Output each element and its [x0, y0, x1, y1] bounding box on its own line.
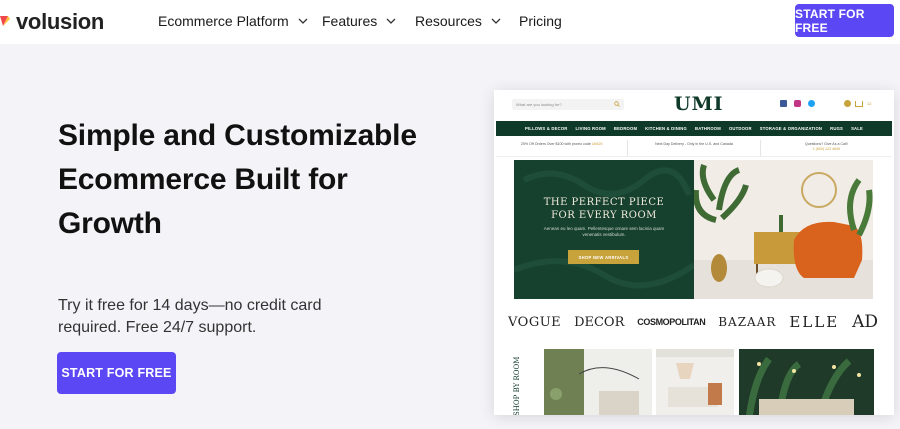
press-logo-bazaar: BAZAAR	[718, 315, 777, 329]
instagram-icon	[794, 100, 801, 107]
shop-by-room-text: SHOP BY ROOM	[513, 357, 521, 415]
mock-press-logos: VOGUE DECOR COSMOPOLITAN BAZAAR ELLE AD	[508, 312, 878, 332]
room-photo-living	[544, 349, 652, 415]
mock-account-cart: 12	[844, 100, 871, 107]
facebook-icon	[780, 100, 787, 107]
mock-promo-strip: 25% Off Orders Over $100 with promo code…	[496, 140, 892, 157]
mock-cart-count: 12	[867, 101, 872, 106]
mock-search-bar: What are you looking for?	[512, 99, 624, 110]
nav-item-label: Features	[322, 13, 378, 29]
mock-category: STORAGE & ORGANIZATION	[759, 126, 823, 131]
mock-category-bar: PILLOWS & DECOR LIVING ROOM BEDROOM KITC…	[496, 121, 892, 136]
mock-shop-new-arrivals-button: SHOP NEW ARRIVALS	[568, 250, 639, 264]
cart-icon	[855, 100, 863, 107]
nav-start-for-free-button[interactable]: START FOR FREE	[795, 4, 894, 37]
chevron-down-icon	[491, 18, 501, 24]
nav-item-label: Resources	[415, 13, 482, 29]
hero-subtitle: Try it free for 14 days—no credit card r…	[58, 297, 322, 336]
mock-category: RUGS	[830, 126, 844, 131]
mock-category: OUTDOOR	[728, 126, 752, 131]
chevron-down-icon	[298, 18, 308, 24]
nav-item-label: Ecommerce Platform	[158, 13, 289, 29]
mock-search-placeholder: What are you looking for?	[516, 102, 562, 107]
press-logo-vogue: VOGUE	[508, 314, 562, 330]
mock-category: LIVING ROOM	[575, 126, 606, 131]
mock-category: BEDROOM	[613, 126, 638, 131]
hero-start-for-free-button[interactable]: START FOR FREE	[57, 352, 176, 394]
mock-promo-item: Next Day Delivery - Only in the U.S. and…	[628, 140, 761, 156]
volusion-logo-icon	[0, 16, 10, 26]
mock-hero-banner: THE PERFECT PIECE FOR EVERY ROOM Aenean e…	[514, 160, 694, 299]
store-preview-screenshot: What are you looking for? UMI 12 PILLOWS…	[494, 90, 894, 415]
mock-category: KITCHEN & DINING	[645, 126, 687, 131]
mock-category: PILLOWS & DECOR	[524, 126, 568, 131]
top-nav: volusion Ecommerce Platform Features Res…	[0, 0, 900, 44]
nav-features[interactable]: Features	[322, 13, 396, 29]
mock-shop-by-room-label: SHOP BY ROOM	[513, 357, 521, 415]
room-photo-outdoor	[739, 349, 874, 415]
mock-banner-text: Aenean eu leo quam. Pellentesque ornare …	[543, 226, 665, 237]
nav-ecommerce-platform[interactable]: Ecommerce Platform	[158, 13, 308, 29]
nav-item-label: Pricing	[519, 13, 562, 29]
user-icon	[844, 100, 851, 107]
hero-title: Simple and Customizable Ecommerce Built …	[58, 119, 417, 240]
mock-brand-logo: UMI	[674, 93, 724, 115]
volusion-logo[interactable]: volusion	[0, 9, 104, 35]
twitter-icon	[808, 100, 815, 107]
living-room-photo	[694, 160, 873, 299]
brand-name: volusion	[16, 9, 105, 34]
press-logo-elle: ELLE	[789, 313, 840, 331]
nav-resources[interactable]: Resources	[415, 13, 501, 29]
mock-banner-title: THE PERFECT PIECE FOR EVERY ROOM	[543, 197, 665, 221]
press-logo-ad: AD	[852, 312, 878, 332]
mock-promo-item: 25% Off Orders Over $100 with promo code…	[496, 140, 629, 156]
mock-category: SALE	[851, 126, 864, 131]
mock-category: BATHROOM	[694, 126, 721, 131]
press-logo-decor: DECOR	[574, 314, 625, 330]
chevron-down-icon	[386, 18, 396, 24]
nav-pricing[interactable]: Pricing	[519, 13, 562, 29]
search-icon	[614, 101, 620, 107]
mock-social-links	[780, 100, 815, 107]
mock-promo-item: Questions? Give As a Call! 1 (800) 123 48…	[804, 142, 848, 151]
press-logo-cosmopolitan: COSMOPOLITAN	[637, 317, 706, 327]
room-photo-bedroom	[656, 349, 734, 415]
